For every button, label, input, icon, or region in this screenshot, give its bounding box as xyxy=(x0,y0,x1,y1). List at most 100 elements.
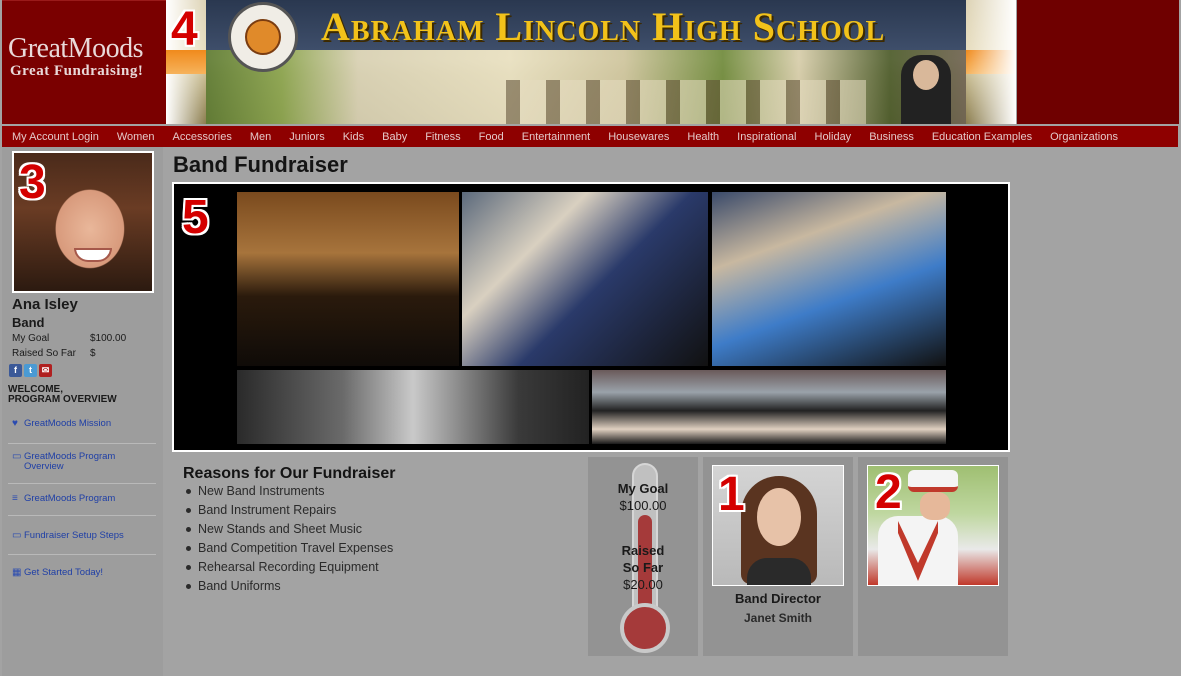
reasons-heading: Reasons for Our Fundraiser xyxy=(183,465,396,482)
banner-building-windows xyxy=(506,80,866,124)
thermometer-bulb xyxy=(620,603,670,653)
school-name: Abraham Lincoln High School xyxy=(321,4,886,49)
reason-item: New Band Instruments xyxy=(184,484,393,503)
link-setup-steps-label: Fundraiser Setup Steps xyxy=(24,530,124,541)
twitter-icon[interactable]: t xyxy=(24,364,37,377)
header-filler xyxy=(1017,0,1179,124)
reason-item: New Stands and Sheet Music xyxy=(184,522,393,541)
link-program-overview[interactable]: ▭ GreatMoods Program Overview xyxy=(12,452,154,472)
raised-value: $ xyxy=(90,348,96,359)
raised-label: Raised So Far xyxy=(12,348,76,359)
link-get-started[interactable]: ▦ Get Started Today! xyxy=(12,568,154,578)
director-body xyxy=(747,558,811,585)
welcome-line-2: PROGRAM OVERVIEW xyxy=(8,394,117,405)
nav-item-education-examples[interactable]: Education Examples xyxy=(932,131,1032,143)
director-face xyxy=(757,488,801,546)
marker-collage: 5 xyxy=(182,191,209,244)
nav-item-business[interactable]: Business xyxy=(869,131,914,143)
collage-photo-concert-hall xyxy=(237,370,589,444)
collage-photo-pep-band xyxy=(712,192,946,366)
thermo-goal-label: My Goal xyxy=(617,481,669,496)
member-face xyxy=(920,492,950,520)
category-nav: My Account Login Women Accessories Men Junio… xyxy=(2,126,1178,147)
thermo-raised-label-1: Raised xyxy=(621,543,665,558)
calendar-icon: ▦ xyxy=(12,567,22,578)
thermo-raised-value: $20.00 xyxy=(623,577,663,592)
link-mission[interactable]: ♥ GreatMoods Mission xyxy=(12,419,154,429)
band-photo-collage: 5 xyxy=(172,182,1010,452)
divider xyxy=(8,554,156,555)
nav-item-kids[interactable]: Kids xyxy=(343,131,364,143)
marker-banner: 4 xyxy=(171,3,198,56)
monitor-icon: ▭ xyxy=(12,530,22,541)
fundraising-thermometer: My Goal $100.00 Raised So Far $20.00 xyxy=(588,457,698,656)
divider xyxy=(8,483,156,484)
facebook-icon[interactable]: f xyxy=(9,364,22,377)
lincoln-face xyxy=(913,60,939,90)
brand-logo[interactable]: GreatMoods Great Fundraising! xyxy=(2,0,166,124)
brand-tagline: Great Fundraising! xyxy=(10,63,144,79)
social-links: f t ✉ xyxy=(9,364,52,377)
raised-row: Raised So Far $ xyxy=(12,348,96,359)
school-banner: Abraham Lincoln High School xyxy=(166,0,1016,124)
thermo-goal-value: $100.00 xyxy=(619,498,667,513)
goal-row: My Goal $100.00 xyxy=(12,333,126,344)
nav-item-holiday[interactable]: Holiday xyxy=(815,131,852,143)
nav-item-health[interactable]: Health xyxy=(687,131,719,143)
nav-item-housewares[interactable]: Housewares xyxy=(608,131,669,143)
thermo-raised-label-2: So Far xyxy=(622,560,664,575)
nav-item-organizations[interactable]: Organizations xyxy=(1050,131,1118,143)
collage-photo-orchestra xyxy=(237,192,459,366)
school-seal xyxy=(228,2,298,72)
nav-item-men[interactable]: Men xyxy=(250,131,271,143)
monitor-icon: ▭ xyxy=(12,451,22,462)
director-title: Band Director xyxy=(735,591,821,606)
nav-item-baby[interactable]: Baby xyxy=(382,131,407,143)
email-icon[interactable]: ✉ xyxy=(39,364,52,377)
participant-name: Ana Isley xyxy=(12,296,78,313)
nav-item-fitness[interactable]: Fitness xyxy=(425,131,460,143)
nav-item-inspirational[interactable]: Inspirational xyxy=(737,131,796,143)
banner-fade-right xyxy=(966,0,1016,124)
link-program-overview-label: GreatMoods Program Overview xyxy=(24,451,116,472)
participant-group: Band xyxy=(12,315,45,330)
school-seal-center xyxy=(245,19,281,55)
page-title: Band Fundraiser xyxy=(173,152,348,177)
link-get-started-label: Get Started Today! xyxy=(24,567,104,578)
nav-item-my-account-login[interactable]: My Account Login xyxy=(12,131,99,143)
link-program-label: GreatMoods Program xyxy=(24,493,116,504)
director-name: Janet Smith xyxy=(743,611,812,625)
goal-label: My Goal xyxy=(12,333,50,344)
divider xyxy=(8,443,156,444)
marker-director: 1 xyxy=(718,468,745,521)
nav-item-entertainment[interactable]: Entertainment xyxy=(522,131,590,143)
brand-name: GreatMoods xyxy=(8,33,143,64)
divider xyxy=(8,515,156,516)
welcome-heading: WELCOME, PROGRAM OVERVIEW xyxy=(8,385,158,405)
reason-item: Band Competition Travel Expenses xyxy=(184,541,393,560)
marker-profile: 3 xyxy=(19,156,46,209)
nav-item-food[interactable]: Food xyxy=(479,131,504,143)
heart-icon: ♥ xyxy=(12,418,18,429)
nav-item-juniors[interactable]: Juniors xyxy=(289,131,324,143)
goal-value: $100.00 xyxy=(90,333,127,344)
list-icon: ≡ xyxy=(12,493,18,504)
site-header: GreatMoods Great Fundraising! Abraham Li… xyxy=(0,0,1181,125)
link-setup-steps[interactable]: ▭ Fundraiser Setup Steps xyxy=(12,531,154,541)
reasons-list: New Band Instruments Band Instrument Repa… xyxy=(184,484,393,598)
collage-photo-choir xyxy=(592,370,946,444)
reason-item: Band Instrument Repairs xyxy=(184,503,393,522)
director-card: 1 Band Director Janet Smith xyxy=(703,457,853,656)
band-member-card: 2 xyxy=(858,457,1008,656)
sidebar: 3 Ana Isley Band My Goal $100.00 Raised … xyxy=(2,147,163,676)
link-program[interactable]: ≡ GreatMoods Program xyxy=(12,494,154,504)
member-hat xyxy=(908,470,958,492)
nav-item-accessories[interactable]: Accessories xyxy=(173,131,232,143)
link-mission-label: GreatMoods Mission xyxy=(24,418,112,429)
collage-photo-saxophones xyxy=(462,192,708,366)
reason-item: Rehearsal Recording Equipment xyxy=(184,560,393,579)
nav-item-women[interactable]: Women xyxy=(117,131,155,143)
reason-item: Band Uniforms xyxy=(184,579,393,598)
marker-member: 2 xyxy=(875,466,902,519)
profile-smile xyxy=(74,248,112,262)
